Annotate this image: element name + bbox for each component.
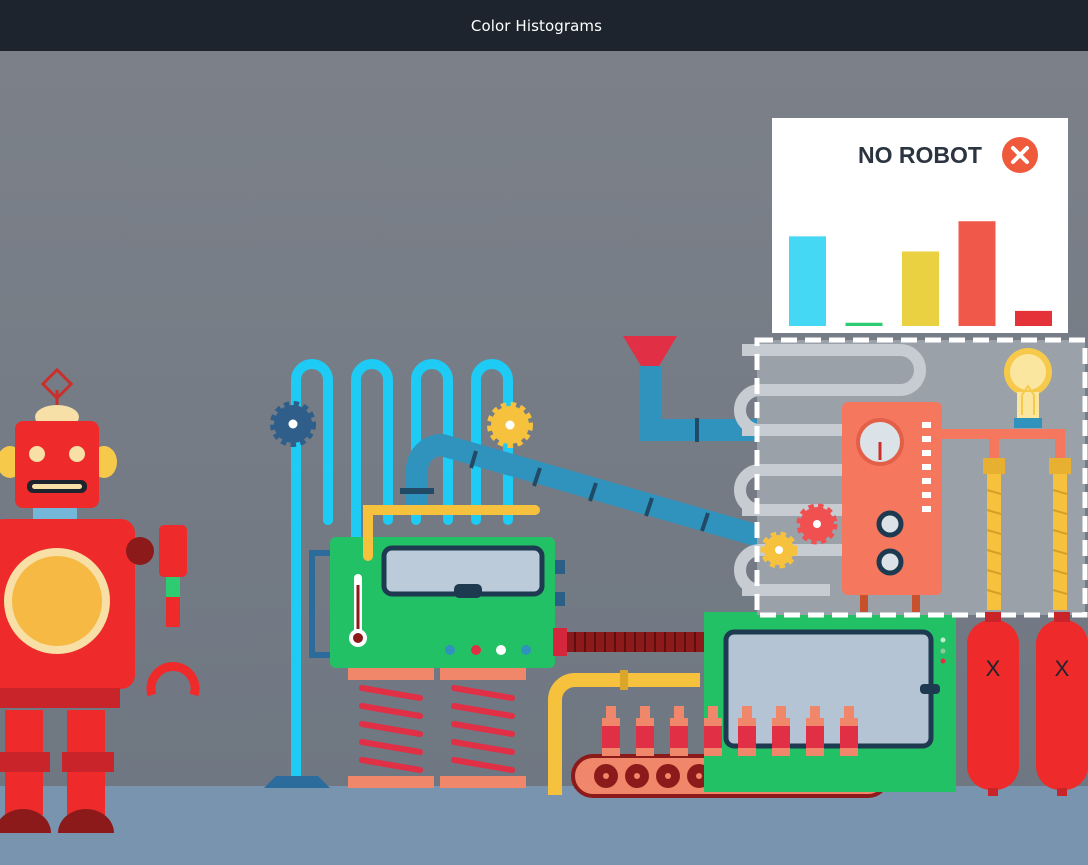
yellow-gear-icon [487,402,533,448]
red-tank-left: X [967,612,1019,796]
video-frame: X X NO ROBOT [0,51,1088,865]
result-panel: NO ROBOT [772,118,1068,333]
histogram-bar [789,236,826,326]
close-icon [1002,137,1038,173]
tank-label-right: X [1055,656,1070,681]
result-label: NO ROBOT [858,142,982,168]
window-titlebar: Color Histograms [0,0,1088,51]
small-yellow-gear-icon [760,531,798,569]
histogram-bar [958,221,996,326]
red-gear-icon [796,503,838,545]
red-tank-right: X [1036,612,1088,796]
histogram-bar [902,251,939,326]
window-title: Color Histograms [470,16,603,35]
histogram-bar [1015,310,1052,326]
robot-factory-illustration: X X NO ROBOT [0,51,1088,865]
floor [0,786,1088,865]
screen-machine [704,612,956,792]
histogram-bar [845,322,883,326]
blue-gear-icon [270,401,316,447]
tank-label-left: X [986,656,1001,681]
threaded-rod [553,628,707,656]
